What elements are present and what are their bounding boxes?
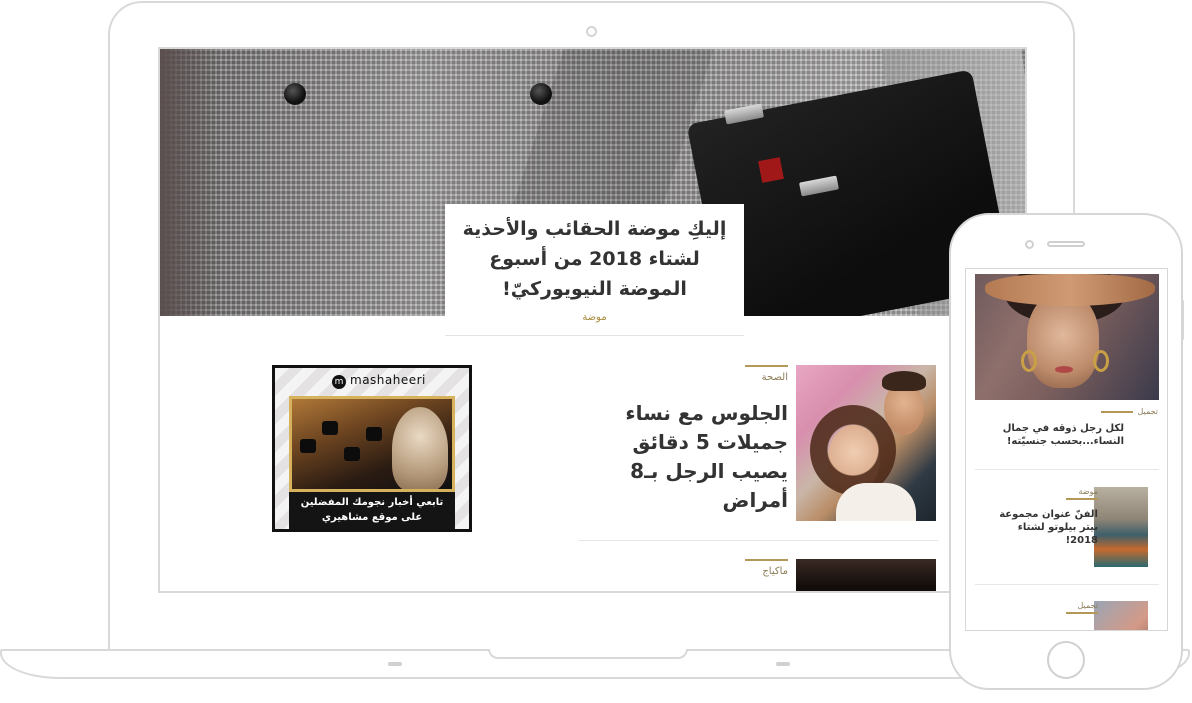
laptop-camera: [586, 26, 597, 37]
mobile-hero-image[interactable]: [975, 274, 1159, 400]
mashaheeri-logo-icon: m: [332, 375, 346, 389]
category-underline: [745, 559, 788, 561]
category-underline: [1100, 410, 1133, 413]
phone-speaker: [1047, 241, 1085, 247]
divider: [975, 584, 1159, 585]
camera-icon: [300, 439, 316, 453]
mobile-hero-item[interactable]: تجميل لكل رجل ذوقه في جمال النساء...بحسب…: [974, 407, 1158, 448]
hero-title[interactable]: إليكِ موضة الحقائب والأحذية لشتاء 2018 م…: [461, 214, 728, 304]
phone-side-button: [1181, 300, 1184, 340]
mobile-thumbnail[interactable]: [1094, 487, 1148, 567]
mobile-thumbnail[interactable]: [1094, 601, 1148, 630]
article-thumbnail[interactable]: [796, 365, 936, 521]
earring-icon: [1021, 350, 1037, 372]
advertisement-banner[interactable]: m mashaheeri تابعي أخبار نجومك المفضلين …: [272, 365, 472, 532]
earring-icon: [1093, 350, 1109, 372]
category-underline: [1066, 498, 1098, 500]
article-category[interactable]: الصحة: [578, 372, 788, 383]
hero-caption-card[interactable]: إليكِ موضة الحقائب والأحذية لشتاء 2018 م…: [445, 204, 744, 336]
mobile-article-title[interactable]: الفنّ عنوان مجموعة بيتر بيلوتو لشتاء 201…: [986, 508, 1098, 547]
mobile-list-item[interactable]: تجميل: [974, 601, 1158, 630]
article-category[interactable]: ماكياج: [578, 566, 788, 577]
camera-icon: [344, 447, 360, 461]
divider: [975, 469, 1159, 470]
hero-category[interactable]: موضة: [461, 312, 728, 323]
phone-screen: تجميل لكل رجل ذوقه في جمال النساء...بحسب…: [965, 268, 1168, 631]
mobile-category[interactable]: تجميل: [1138, 407, 1159, 416]
article-title[interactable]: الجلوس مع نساء جميلات 5 دقائق يصيب الرجل…: [578, 399, 788, 515]
ad-text: تابعي أخبار نجومك المفضلين على موقع مشاه…: [289, 492, 455, 529]
ad-brand-name: mashaheeri: [350, 373, 426, 387]
article-thumbnail[interactable]: [796, 559, 936, 591]
laptop-screen: إليكِ موضة الحقائب والأحذية لشتاء 2018 م…: [158, 47, 1027, 593]
camera-icon: [366, 427, 382, 441]
mobile-category[interactable]: تجميل: [1078, 601, 1099, 610]
laptop-notch: [488, 649, 688, 659]
coat-button-icon: [284, 83, 306, 105]
mobile-category[interactable]: موضة: [1079, 487, 1099, 496]
article-card[interactable]: ماكياج: [578, 559, 938, 591]
phone-camera: [1025, 240, 1034, 249]
mobile-article-title[interactable]: لكل رجل ذوقه في جمال النساء...بحسب جنسيّ…: [974, 422, 1124, 448]
coat-button-icon: [530, 83, 552, 105]
category-underline: [1066, 612, 1098, 614]
category-underline: [745, 365, 788, 367]
article-card[interactable]: الصحة الجلوس مع نساء جميلات 5 دقائق يصيب…: [578, 365, 938, 541]
ad-line-1: تابعي أخبار نجومك المفضلين: [300, 497, 444, 508]
ad-line-2: على موقع مشاهيري: [321, 512, 423, 523]
phone-home-button: [1047, 641, 1085, 679]
camera-icon: [322, 421, 338, 435]
mobile-list-item[interactable]: موضة الفنّ عنوان مجموعة بيتر بيلوتو لشتا…: [974, 487, 1158, 575]
ad-photo: [289, 396, 455, 492]
